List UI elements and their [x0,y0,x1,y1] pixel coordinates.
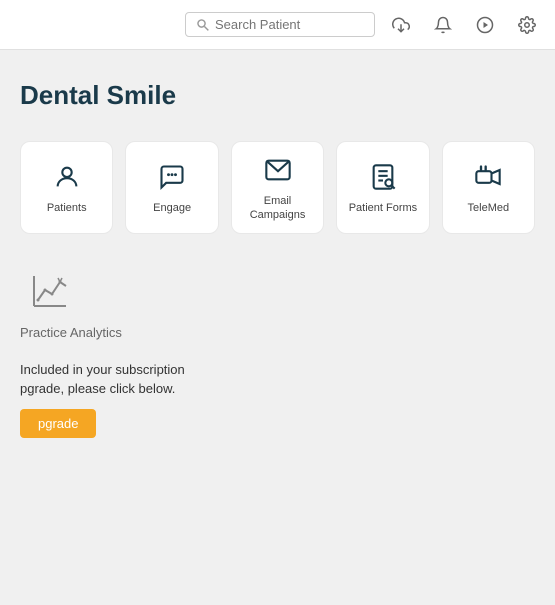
bell-icon[interactable] [427,9,459,41]
engage-card[interactable]: Engage [125,141,218,234]
form-icon [369,163,397,191]
email-icon [264,156,292,184]
header [0,0,555,50]
engage-label: Engage [153,201,191,215]
person-icon [53,163,81,191]
email-campaigns-card[interactable]: Email Campaigns [231,141,324,234]
analytics-label: Practice Analytics [20,325,535,340]
telemed-label: TeleMed [468,201,510,215]
chart-icon [20,264,80,319]
search-box[interactable] [185,12,375,37]
gear-icon[interactable] [511,9,543,41]
telemed-card[interactable]: TeleMed [442,141,535,234]
chat-icon [158,163,186,191]
analytics-section[interactable]: Practice Analytics [20,264,535,340]
video-icon [474,163,502,191]
download-icon[interactable] [385,9,417,41]
main-content: Dental Smile Patients En [0,50,555,458]
email-campaigns-label: Email Campaigns [240,194,315,223]
patients-label: Patients [47,201,87,215]
search-input[interactable] [215,17,364,32]
upgrade-button[interactable]: pgrade [20,409,96,438]
cards-row: Patients Engage Email Camp [20,141,535,234]
patients-card[interactable]: Patients [20,141,113,234]
app-title: Dental Smile [20,80,535,111]
patient-forms-label: Patient Forms [349,201,417,215]
play-icon[interactable] [469,9,501,41]
upgrade-text-line1: Included in your subscription [20,362,185,377]
search-icon [196,18,209,31]
patient-forms-card[interactable]: Patient Forms [336,141,429,234]
upgrade-text: Included in your subscription pgrade, pl… [20,360,535,399]
upgrade-text-line2: pgrade, please click below. [20,381,175,396]
upgrade-section: Included in your subscription pgrade, pl… [20,360,535,438]
